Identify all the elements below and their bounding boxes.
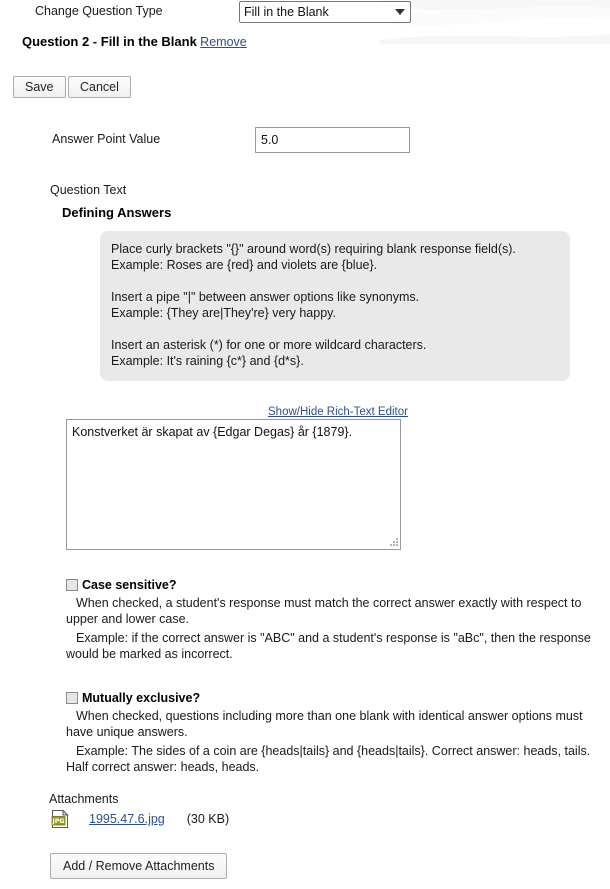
- mutually-exclusive-header: Mutually exclusive?: [66, 691, 594, 705]
- case-sensitive-example: Example: if the correct answer is "ABC" …: [66, 631, 591, 661]
- mutually-exclusive-example: Example: The sides of a coin are {heads|…: [66, 744, 591, 774]
- remove-question-link[interactable]: Remove: [200, 35, 247, 49]
- cancel-button[interactable]: Cancel: [68, 76, 131, 98]
- attachment-file-link[interactable]: 1995.47.6.jpg: [89, 812, 165, 826]
- defining-answers-instructions-panel: Place curly brackets "{}" around word(s)…: [100, 231, 570, 381]
- mutually-exclusive-description: When checked, questions including more t…: [66, 709, 583, 739]
- instruction-line: Insert a pipe "|" between answer options…: [111, 290, 420, 304]
- answer-point-value-input[interactable]: [255, 127, 410, 153]
- save-button[interactable]: Save: [13, 76, 66, 98]
- question-text-label: Question Text: [50, 183, 127, 197]
- attachment-list-item: JPG 1995.47.6.jpg (30 KB): [49, 808, 229, 830]
- show-hide-rich-text-editor-link[interactable]: Show/Hide Rich-Text Editor: [268, 406, 408, 418]
- answer-point-value-label: Answer Point Value: [52, 132, 161, 146]
- case-sensitive-header: Case sensitive?: [66, 578, 594, 592]
- svg-text:JPG: JPG: [51, 817, 64, 825]
- attachment-file-size: (30 KB): [186, 812, 230, 826]
- case-sensitive-label: Case sensitive?: [82, 578, 177, 592]
- question-heading-dash: -: [89, 34, 101, 49]
- defining-answers-label: Defining Answers: [62, 205, 172, 220]
- case-sensitive-description: When checked, a student's response must …: [66, 596, 582, 626]
- instruction-line: Insert an asterisk (*) for one or more w…: [111, 338, 427, 352]
- instruction-spacer: [111, 273, 570, 289]
- instruction-line: Example: It's raining {c*} and {d*s}.: [111, 354, 304, 368]
- change-question-type-label: Change Question Type: [35, 4, 163, 18]
- question-text-textarea[interactable]: Konstverket är skapat av {Edgar Degas} å…: [66, 419, 401, 550]
- case-sensitive-checkbox[interactable]: [66, 579, 78, 591]
- question-number-label: Question 2: [22, 34, 90, 49]
- header-swoosh-decoration: [380, 0, 610, 46]
- add-remove-attachments-button[interactable]: Add / Remove Attachments: [50, 853, 228, 879]
- attachments-label: Attachments: [49, 792, 119, 806]
- question-type-select[interactable]: Fill in the Blank: [239, 1, 411, 23]
- instruction-spacer: [111, 321, 570, 337]
- instruction-line: Example: {They are|They're} very happy.: [111, 306, 336, 320]
- instruction-line: Place curly brackets "{}" around word(s)…: [111, 242, 516, 256]
- mutually-exclusive-checkbox[interactable]: [66, 692, 78, 704]
- question-heading: Question 2 - Fill in the Blank Remove: [22, 34, 247, 49]
- mutually-exclusive-option-block: Mutually exclusive? When checked, questi…: [66, 691, 594, 775]
- instruction-line: Example: Roses are {red} and violets are…: [111, 258, 378, 272]
- question-type-label: Fill in the Blank: [100, 34, 197, 49]
- case-sensitive-option-block: Case sensitive? When checked, a student'…: [66, 578, 594, 662]
- mutually-exclusive-label: Mutually exclusive?: [82, 691, 201, 705]
- jpg-file-icon: JPG: [49, 808, 71, 830]
